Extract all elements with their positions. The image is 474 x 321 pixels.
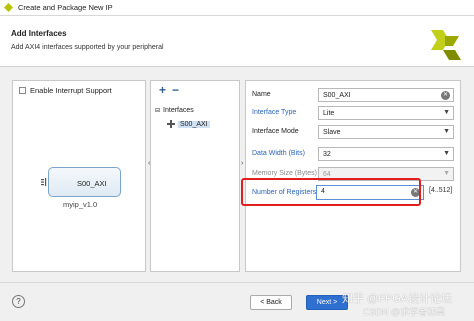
tree-toolbar: + − [159, 84, 179, 96]
title-bar: Create and Package New IP [0, 0, 474, 16]
data-width-value: 32 [323, 150, 331, 158]
chevron-down-icon: ▼ [443, 109, 450, 116]
vivado-logo-icon [431, 30, 461, 60]
ip-block: S00_AXI [48, 167, 121, 197]
help-button[interactable]: ? [12, 295, 25, 308]
name-value: S00_AXI [323, 91, 351, 99]
interface-icon [167, 120, 175, 128]
enable-interrupt-label: Enable Interrupt Support [30, 86, 112, 95]
tree-root-interfaces[interactable]: ⊟ Interfaces [155, 107, 194, 114]
name-field[interactable]: S00_AXI ✕ [318, 88, 454, 102]
ip-name-caption: myip_v1.0 [63, 200, 98, 209]
add-interface-button[interactable]: + [159, 84, 166, 96]
interfaces-tree-panel: + − ⊟ Interfaces S00_AXI [150, 80, 240, 272]
tree-item-s00-axi[interactable]: S00_AXI [167, 120, 210, 128]
interface-type-select[interactable]: Lite ▼ [318, 106, 454, 120]
interface-preview-panel: Enable Interrupt Support S00_AXI myip_v1… [12, 80, 146, 272]
name-label: Name [252, 91, 271, 98]
chevron-down-icon: ▼ [443, 150, 450, 157]
wizard-header: Add Interfaces Add AXI4 interfaces suppo… [0, 16, 474, 67]
back-button[interactable]: < Back [250, 295, 292, 310]
annotation-highlight-box [241, 178, 421, 206]
bus-pin-icon [41, 178, 47, 186]
clear-name-icon[interactable]: ✕ [441, 91, 450, 100]
page-title: Add Interfaces [11, 29, 67, 38]
collapse-right-icon[interactable]: › [241, 160, 243, 167]
expand-collapse-icon[interactable]: ⊟ [155, 107, 160, 114]
chevron-down-icon: ▼ [443, 128, 450, 135]
watermark-csdn: CSDN @求学者初亮 [363, 307, 446, 317]
watermark-zhihu: 知乎 @FPGA设计论坛 [342, 293, 453, 305]
memory-size-value: 64 [323, 170, 331, 178]
chevron-down-icon: ▼ [443, 170, 450, 177]
data-width-label: Data Width (Bits) [252, 150, 305, 157]
ip-block-interface-label: S00_AXI [77, 179, 107, 188]
interface-mode-label: Interface Mode [252, 128, 299, 135]
interface-properties-panel: Name S00_AXI ✕ Interface Type Lite ▼ Int… [245, 80, 461, 272]
tree-root-label: Interfaces [163, 107, 194, 114]
interface-type-label: Interface Type [252, 109, 297, 116]
page-subtitle: Add AXI4 interfaces supported by your pe… [11, 44, 164, 51]
interface-mode-select[interactable]: Slave ▼ [318, 125, 454, 139]
registers-range-hint: [4..512] [429, 187, 453, 194]
data-width-select[interactable]: 32 ▼ [318, 147, 454, 161]
interface-type-value: Lite [323, 109, 335, 117]
window-title: Create and Package New IP [18, 3, 113, 12]
vivado-app-icon [4, 3, 13, 12]
enable-interrupt-checkbox[interactable] [19, 87, 26, 94]
memory-size-label: Memory Size (Bytes) [252, 170, 317, 177]
remove-interface-button[interactable]: − [172, 84, 179, 96]
enable-interrupt-option[interactable]: Enable Interrupt Support [19, 86, 112, 95]
interface-mode-value: Slave [323, 128, 341, 136]
tree-item-label: S00_AXI [178, 120, 210, 128]
